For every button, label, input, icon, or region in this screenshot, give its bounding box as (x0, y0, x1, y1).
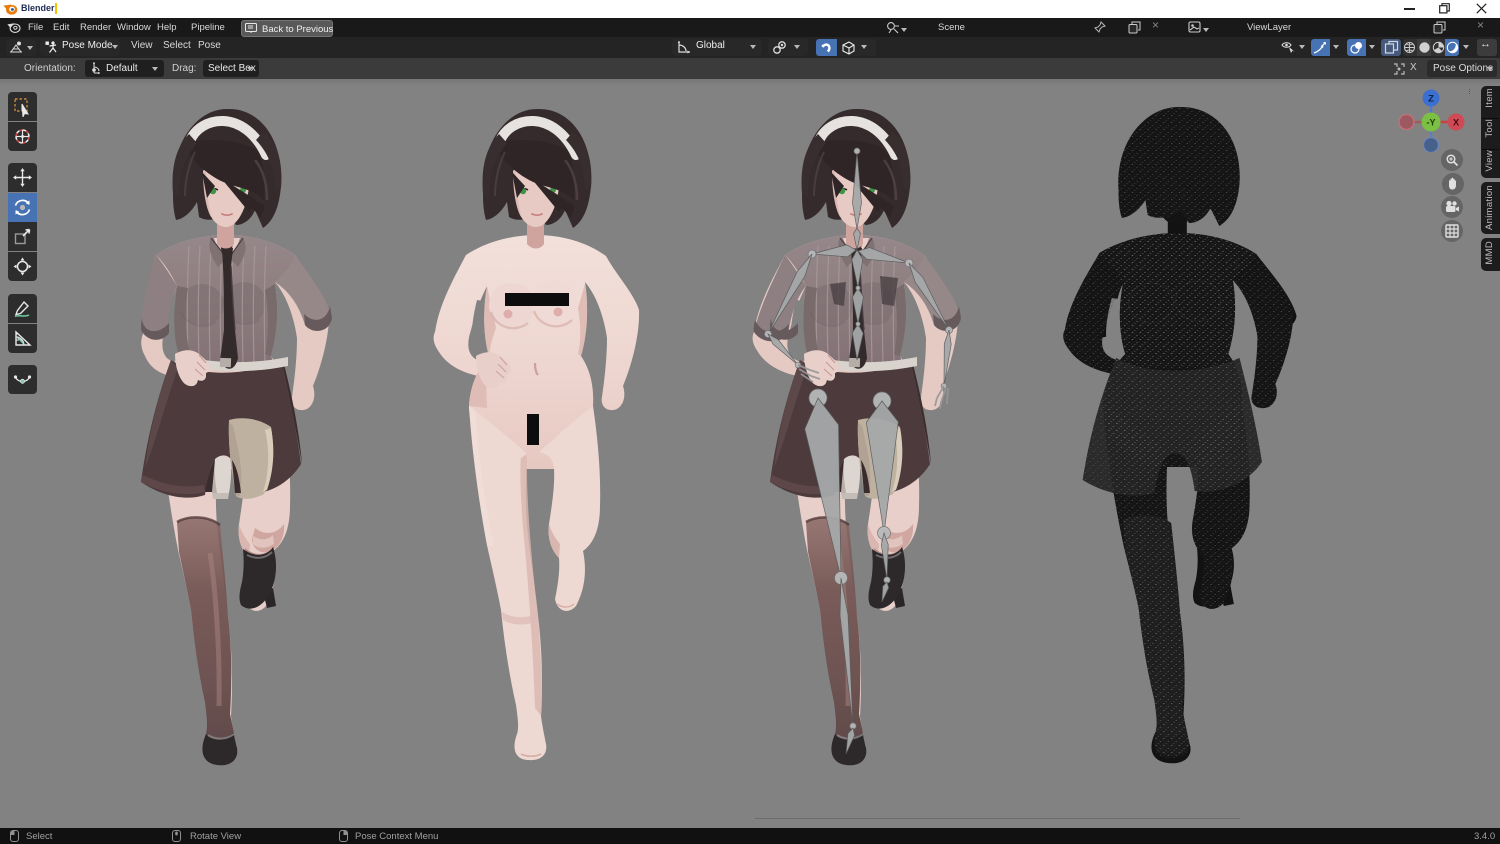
svg-text:Z: Z (1428, 94, 1434, 105)
svg-text:X: X (1453, 118, 1460, 129)
svg-text:-Y: -Y (1427, 118, 1436, 128)
